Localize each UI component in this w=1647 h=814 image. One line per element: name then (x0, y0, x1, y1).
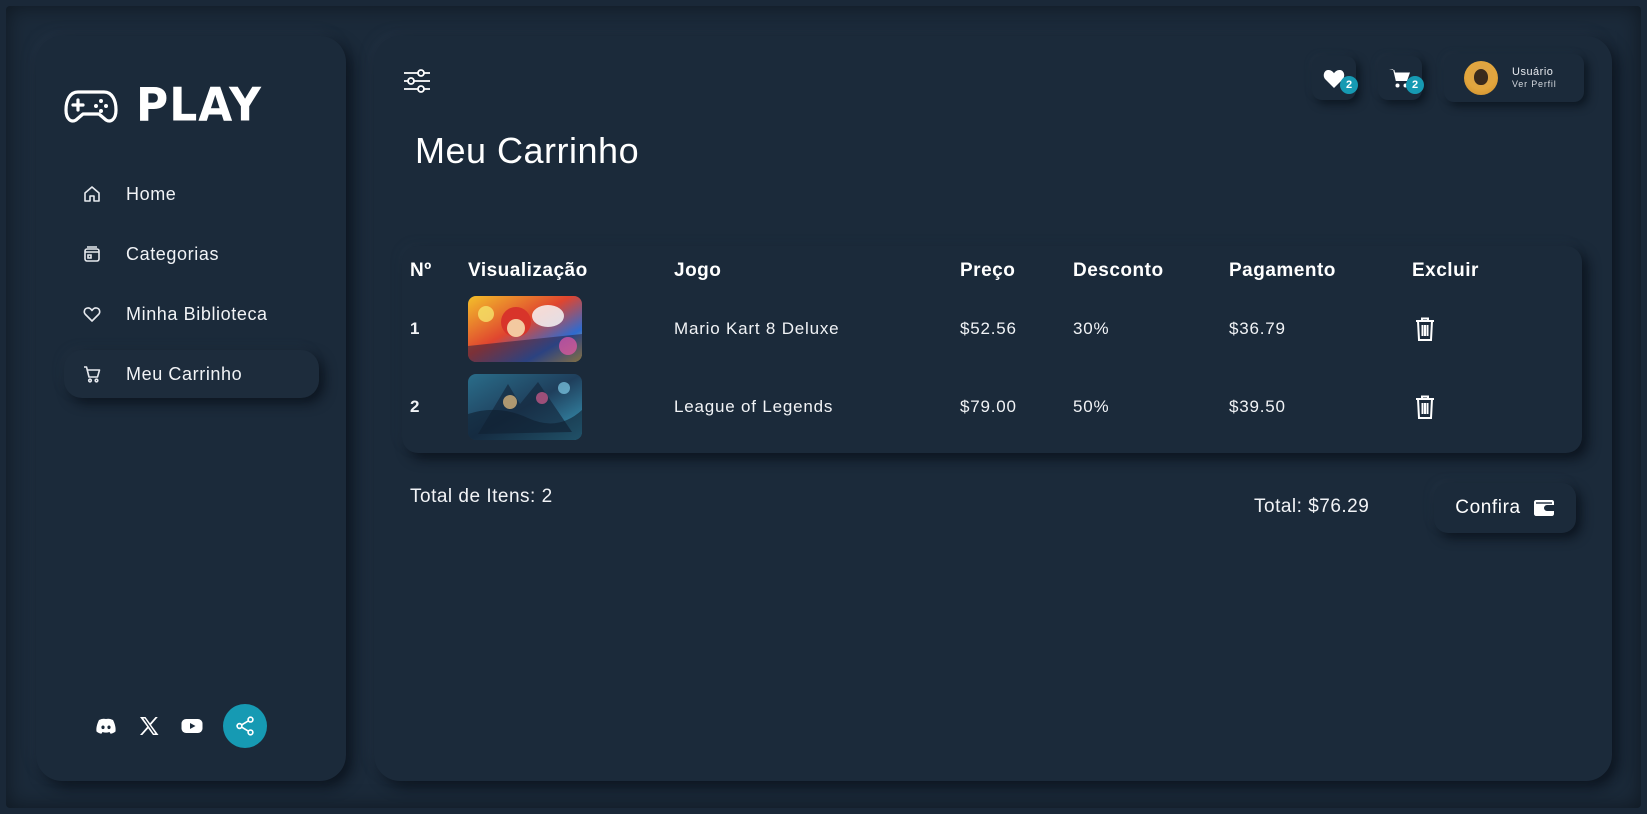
heart-icon (83, 307, 101, 322)
league-of-legends-thumbnail-image (468, 374, 582, 440)
youtube-link[interactable] (178, 712, 206, 740)
total-price: Total: $76.29 (1254, 496, 1370, 517)
categories-icon (84, 246, 100, 262)
game-title: League of Legends (674, 397, 834, 416)
total-items: Total de Itens: 2 (410, 486, 553, 507)
game-price: $52.56 (960, 319, 1017, 338)
brand-name: PLAY (136, 78, 262, 133)
sidebar-item-label: Home (126, 183, 177, 204)
game-discount: 30% (1073, 319, 1110, 338)
column-header-discount: Desconto (1073, 260, 1164, 281)
checkout-button[interactable]: Confira (1434, 483, 1576, 533)
brand-logo[interactable]: PLAY (64, 78, 262, 133)
sidebar-item-label: Categorias (126, 243, 220, 264)
mario-kart-thumbnail-image (468, 296, 582, 362)
game-thumbnail[interactable] (468, 374, 582, 440)
table-row: 1 Mario Kart 8 Deluxe $52.56 30% $36.79 (402, 296, 1582, 362)
sidebar-item-label: Meu Carrinho (126, 363, 243, 384)
favorites-count-badge: 2 (1340, 76, 1358, 94)
cart-table: Nº Visualização Jogo Preço Desconto Paga… (402, 246, 1582, 453)
home-icon (84, 186, 100, 202)
main-panel: 2 2 Usuário Ver Perfil Meu Carrinho Nº V… (374, 36, 1612, 781)
wallet-icon (1533, 500, 1554, 516)
cart-count-badge: 2 (1406, 76, 1424, 94)
column-header-price: Preço (960, 260, 1016, 281)
column-header-delete: Excluir (1412, 260, 1479, 281)
sidebar-item-carrinho[interactable]: Meu Carrinho (64, 350, 319, 398)
trash-icon (1416, 317, 1434, 341)
sidebar-item-biblioteca[interactable]: Minha Biblioteca (64, 290, 319, 338)
cart-icon (84, 366, 101, 383)
discord-icon (96, 718, 116, 734)
trash-icon (1416, 395, 1434, 419)
row-number: 1 (410, 319, 421, 338)
column-header-payment: Pagamento (1229, 260, 1336, 281)
column-header-preview: Visualização (468, 260, 588, 281)
row-number: 2 (410, 397, 421, 416)
sidebar-nav: Home Categorias Minha Biblioteca Meu Car… (64, 170, 319, 410)
share-icon (236, 716, 254, 736)
delete-item-button[interactable] (1414, 296, 1436, 362)
share-button[interactable] (223, 704, 267, 748)
game-payment: $39.50 (1229, 397, 1286, 416)
view-profile-link: Ver Perfil (1512, 79, 1557, 90)
game-title: Mario Kart 8 Deluxe (674, 319, 840, 338)
social-links (92, 704, 267, 748)
user-name: Usuário (1512, 66, 1554, 78)
game-discount: 50% (1073, 397, 1110, 416)
gamepad-icon (64, 89, 118, 123)
sidebar-item-label: Minha Biblioteca (126, 303, 268, 324)
column-header-number: Nº (410, 260, 432, 281)
sidebar-item-home[interactable]: Home (64, 170, 319, 218)
page-title: Meu Carrinho (415, 130, 640, 171)
x-icon (140, 717, 159, 735)
youtube-icon (181, 719, 203, 733)
sidebar-item-categorias[interactable]: Categorias (64, 230, 319, 278)
header-actions: 2 2 Usuário Ver Perfil (1312, 54, 1584, 102)
discord-link[interactable] (92, 712, 120, 740)
checkout-label: Confira (1455, 497, 1521, 518)
sidebar: PLAY Home Categorias Minha Biblioteca Me… (36, 36, 346, 781)
cart-button[interactable]: 2 (1378, 56, 1424, 100)
game-thumbnail[interactable] (468, 296, 582, 362)
game-price: $79.00 (960, 397, 1017, 416)
filter-icon[interactable] (402, 66, 432, 96)
user-profile-button[interactable]: Usuário Ver Perfil (1444, 54, 1584, 102)
favorites-button[interactable]: 2 (1312, 56, 1358, 100)
table-row: 2 League of Legends $79.00 50% $39.50 (402, 374, 1582, 440)
delete-item-button[interactable] (1414, 374, 1436, 440)
avatar (1464, 61, 1498, 95)
column-header-game: Jogo (674, 260, 722, 281)
x-link[interactable] (135, 712, 163, 740)
game-payment: $36.79 (1229, 319, 1286, 338)
